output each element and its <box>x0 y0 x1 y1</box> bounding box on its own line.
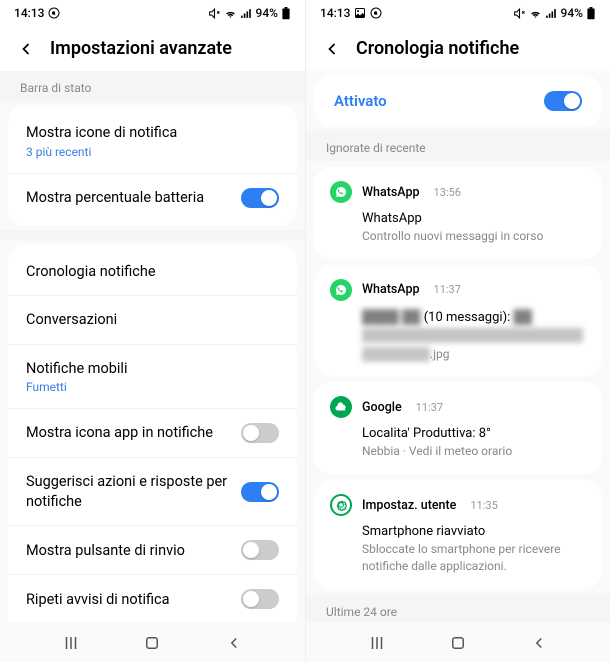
nav-bar <box>306 622 610 662</box>
page-title: Cronologia notifiche <box>356 38 519 59</box>
row-title: Conversazioni <box>26 310 279 330</box>
notif-time: 11:37 <box>416 401 443 414</box>
notif-app: WhatsApp <box>362 185 420 200</box>
notif-message: Nebbia · Vedi il meteo orario <box>362 443 586 460</box>
toggle-repeat-alerts[interactable] <box>241 589 279 609</box>
whatsapp-status-icon <box>48 7 60 19</box>
row-title: Notifiche mobili <box>26 359 279 379</box>
toggle-battery-percent[interactable] <box>241 188 279 208</box>
notif-whatsapp-1[interactable]: WhatsApp 13:56 WhatsApp Controllo nuovi … <box>314 167 602 259</box>
notif-app: Google <box>362 400 402 415</box>
nav-back-icon[interactable] <box>530 634 548 652</box>
battery-percent: 94% <box>256 6 278 20</box>
wifi-icon <box>529 7 542 20</box>
signal-icon <box>240 7 253 20</box>
section-recent: Ignorate di recente <box>306 131 610 161</box>
row-title: Mostra pulsante di rinvio <box>26 541 241 561</box>
whatsapp-icon <box>330 181 352 203</box>
notif-message-blurred: ████████.jpg <box>362 346 586 363</box>
row-conversations[interactable]: Conversazioni <box>8 295 297 344</box>
toggle-suggest-actions[interactable] <box>241 482 279 502</box>
row-suggest-actions[interactable]: Suggerisci azioni e risposte per notific… <box>8 457 297 525</box>
mute-icon <box>208 7 221 20</box>
nav-recents-icon[interactable] <box>62 634 80 652</box>
gear-icon <box>330 494 352 516</box>
notif-time: 13:56 <box>434 186 461 199</box>
status-bar: 14:13 94% <box>0 0 305 24</box>
notif-time: 11:35 <box>470 499 497 512</box>
mute-icon <box>513 7 526 20</box>
notif-app: WhatsApp <box>362 282 420 297</box>
nav-bar <box>0 622 305 662</box>
battery-percent: 94% <box>561 6 583 20</box>
card-settings: Cronologia notifiche Conversazioni Notif… <box>8 244 297 622</box>
page-title: Impostazioni avanzate <box>50 38 232 59</box>
row-show-app-icon[interactable]: Mostra icona app in notifiche <box>8 408 297 457</box>
row-title: Mostra icona app in notifiche <box>26 423 241 443</box>
battery-icon <box>586 7 596 20</box>
row-title: Mostra percentuale batteria <box>26 188 241 208</box>
row-snooze-button[interactable]: Mostra pulsante di rinvio <box>8 525 297 574</box>
row-mobile-notifications[interactable]: Notifiche mobili Fumetti <box>8 344 297 409</box>
row-title: Suggerisci azioni e risposte per notific… <box>26 472 241 511</box>
battery-icon <box>281 7 291 20</box>
toggle-activated[interactable] <box>544 91 582 111</box>
row-notification-history[interactable]: Cronologia notifiche <box>8 248 297 296</box>
row-notification-icons[interactable]: Mostra icone di notifica 3 più recenti <box>8 109 297 173</box>
notif-whatsapp-2[interactable]: WhatsApp 11:37 ████ ██ (10 messaggi): ██… <box>314 265 602 377</box>
row-repeat-alerts[interactable]: Ripeti avvisi di notifica <box>8 574 297 622</box>
status-time: 14:13 <box>320 6 350 20</box>
screen-advanced-settings: 14:13 94% Impostazioni avanzate Barra di… <box>0 0 305 662</box>
header: Cronologia notifiche <box>306 24 610 71</box>
notif-title-blurred: ████ ██ (10 messaggi): ██ <box>362 309 586 325</box>
notif-title: Smartphone riavviato <box>362 524 586 539</box>
notif-app: Impostaz. utente <box>362 498 456 513</box>
row-sub: Fumetti <box>26 380 279 394</box>
section-24h: Ultime 24 ore <box>306 595 610 622</box>
activated-label: Attivato <box>334 92 387 110</box>
row-title: Mostra icone di notifica <box>26 123 279 143</box>
status-time: 14:13 <box>14 6 44 20</box>
image-status-icon <box>354 7 366 19</box>
row-battery-percent[interactable]: Mostra percentuale batteria <box>8 173 297 222</box>
row-sub: 3 più recenti <box>26 145 279 159</box>
content-scroll[interactable]: Barra di stato Mostra icone di notifica … <box>0 71 305 622</box>
toggle-show-app-icon[interactable] <box>241 423 279 443</box>
signal-icon <box>545 7 558 20</box>
row-title: Cronologia notifiche <box>26 262 279 282</box>
notif-settings[interactable]: Impostaz. utente 11:35 Smartphone riavvi… <box>314 480 602 589</box>
whatsapp-status-icon <box>370 7 382 19</box>
back-icon[interactable] <box>322 39 342 59</box>
nav-home-icon[interactable] <box>143 634 161 652</box>
card-statusbar: Mostra icone di notifica 3 più recenti M… <box>8 105 297 226</box>
whatsapp-icon <box>330 279 352 301</box>
content-scroll[interactable]: Attivato Ignorate di recente WhatsApp 13… <box>306 71 610 622</box>
nav-home-icon[interactable] <box>449 634 467 652</box>
header: Impostazioni avanzate <box>0 24 305 71</box>
screen-notification-history: 14:13 94% Cronologia notifiche Attivato … <box>305 0 610 662</box>
cloud-icon <box>330 396 352 418</box>
row-title: Ripeti avvisi di notifica <box>26 590 241 610</box>
status-bar: 14:13 94% <box>306 0 610 24</box>
wifi-icon <box>224 7 237 20</box>
notif-title: WhatsApp <box>362 211 586 226</box>
notif-message: Controllo nuovi messaggi in corso <box>362 228 586 245</box>
notif-google[interactable]: Google 11:37 Localita' Produttiva: 8° Ne… <box>314 382 602 474</box>
toggle-snooze-button[interactable] <box>241 540 279 560</box>
back-icon[interactable] <box>16 39 36 59</box>
notif-time: 11:37 <box>434 283 461 296</box>
notif-message: Sbloccate lo smartphone per ricevere not… <box>362 541 586 575</box>
section-label-statusbar: Barra di stato <box>0 71 305 101</box>
nav-recents-icon[interactable] <box>368 634 386 652</box>
row-activated[interactable]: Attivato <box>314 75 602 127</box>
nav-back-icon[interactable] <box>225 634 243 652</box>
notif-title: Localita' Produttiva: 8° <box>362 426 586 441</box>
notif-message-blurred: ██████████████████████████ <box>362 327 586 344</box>
